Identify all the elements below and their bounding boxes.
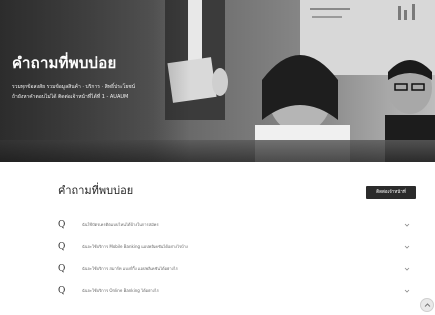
chevron-down-icon: [404, 245, 410, 249]
scroll-to-top-button[interactable]: [420, 298, 434, 312]
hero-banner: คำถามที่พบบ่อย รวมทุกข้อสงสัย รวมข้อมูลส…: [0, 0, 435, 162]
faq-question-text: ฉันใช้บัตรเครดิตแบบไหนได้บ้างในการสมัคร: [82, 222, 159, 227]
question-marker: Q: [58, 220, 66, 230]
faq-question-text: ฉันจะใช้บริการ Online Banking ได้อย่างไร: [82, 288, 159, 293]
faq-question-text: ฉันจะใช้บริการ Mobile Banking แอปพลิเคชั…: [82, 244, 188, 249]
hero-subtitle-line-2: ถ้ายังหาคำตอบไม่ได้ ติดต่อเจ้าหน้าที่ได้…: [12, 94, 129, 100]
chevron-down-icon: [404, 289, 410, 293]
question-marker: Q: [58, 286, 66, 296]
arrow-up-icon: [424, 303, 431, 307]
chevron-down-icon: [404, 223, 410, 227]
question-marker: Q: [58, 264, 66, 274]
faq-item[interactable]: Q ฉันใช้บัตรเครดิตแบบไหนได้บ้างในการสมัค…: [58, 218, 410, 240]
faq-item[interactable]: Q ฉันจะใช้บริการ สมาร์ท แบงก์กิ้ง แอปพลิ…: [58, 262, 410, 284]
faq-item[interactable]: Q ฉันจะใช้บริการ Mobile Banking แอปพลิเค…: [58, 240, 410, 262]
faq-question-text: ฉันจะใช้บริการ สมาร์ท แบงก์กิ้ง แอปพลิเค…: [82, 266, 178, 271]
faq-list: Q ฉันใช้บัตรเครดิตแบบไหนได้บ้างในการสมัค…: [58, 218, 410, 306]
contact-staff-button[interactable]: ติดต่อเจ้าหน้าที่: [366, 186, 416, 199]
faq-section-heading: คำถามที่พบบ่อย: [58, 184, 134, 197]
page: คำถามที่พบบ่อย รวมทุกข้อสงสัย รวมข้อมูลส…: [0, 0, 435, 315]
question-marker: Q: [58, 242, 66, 252]
hero-overlay: [0, 0, 190, 162]
faq-item[interactable]: Q ฉันจะใช้บริการ Online Banking ได้อย่าง…: [58, 284, 410, 306]
hero-title: คำถามที่พบบ่อย: [12, 54, 117, 72]
hero-subtitle-line-1: รวมทุกข้อสงสัย รวมข้อมูลสินค้า · บริการ …: [12, 84, 136, 90]
chevron-down-icon: [404, 267, 410, 271]
